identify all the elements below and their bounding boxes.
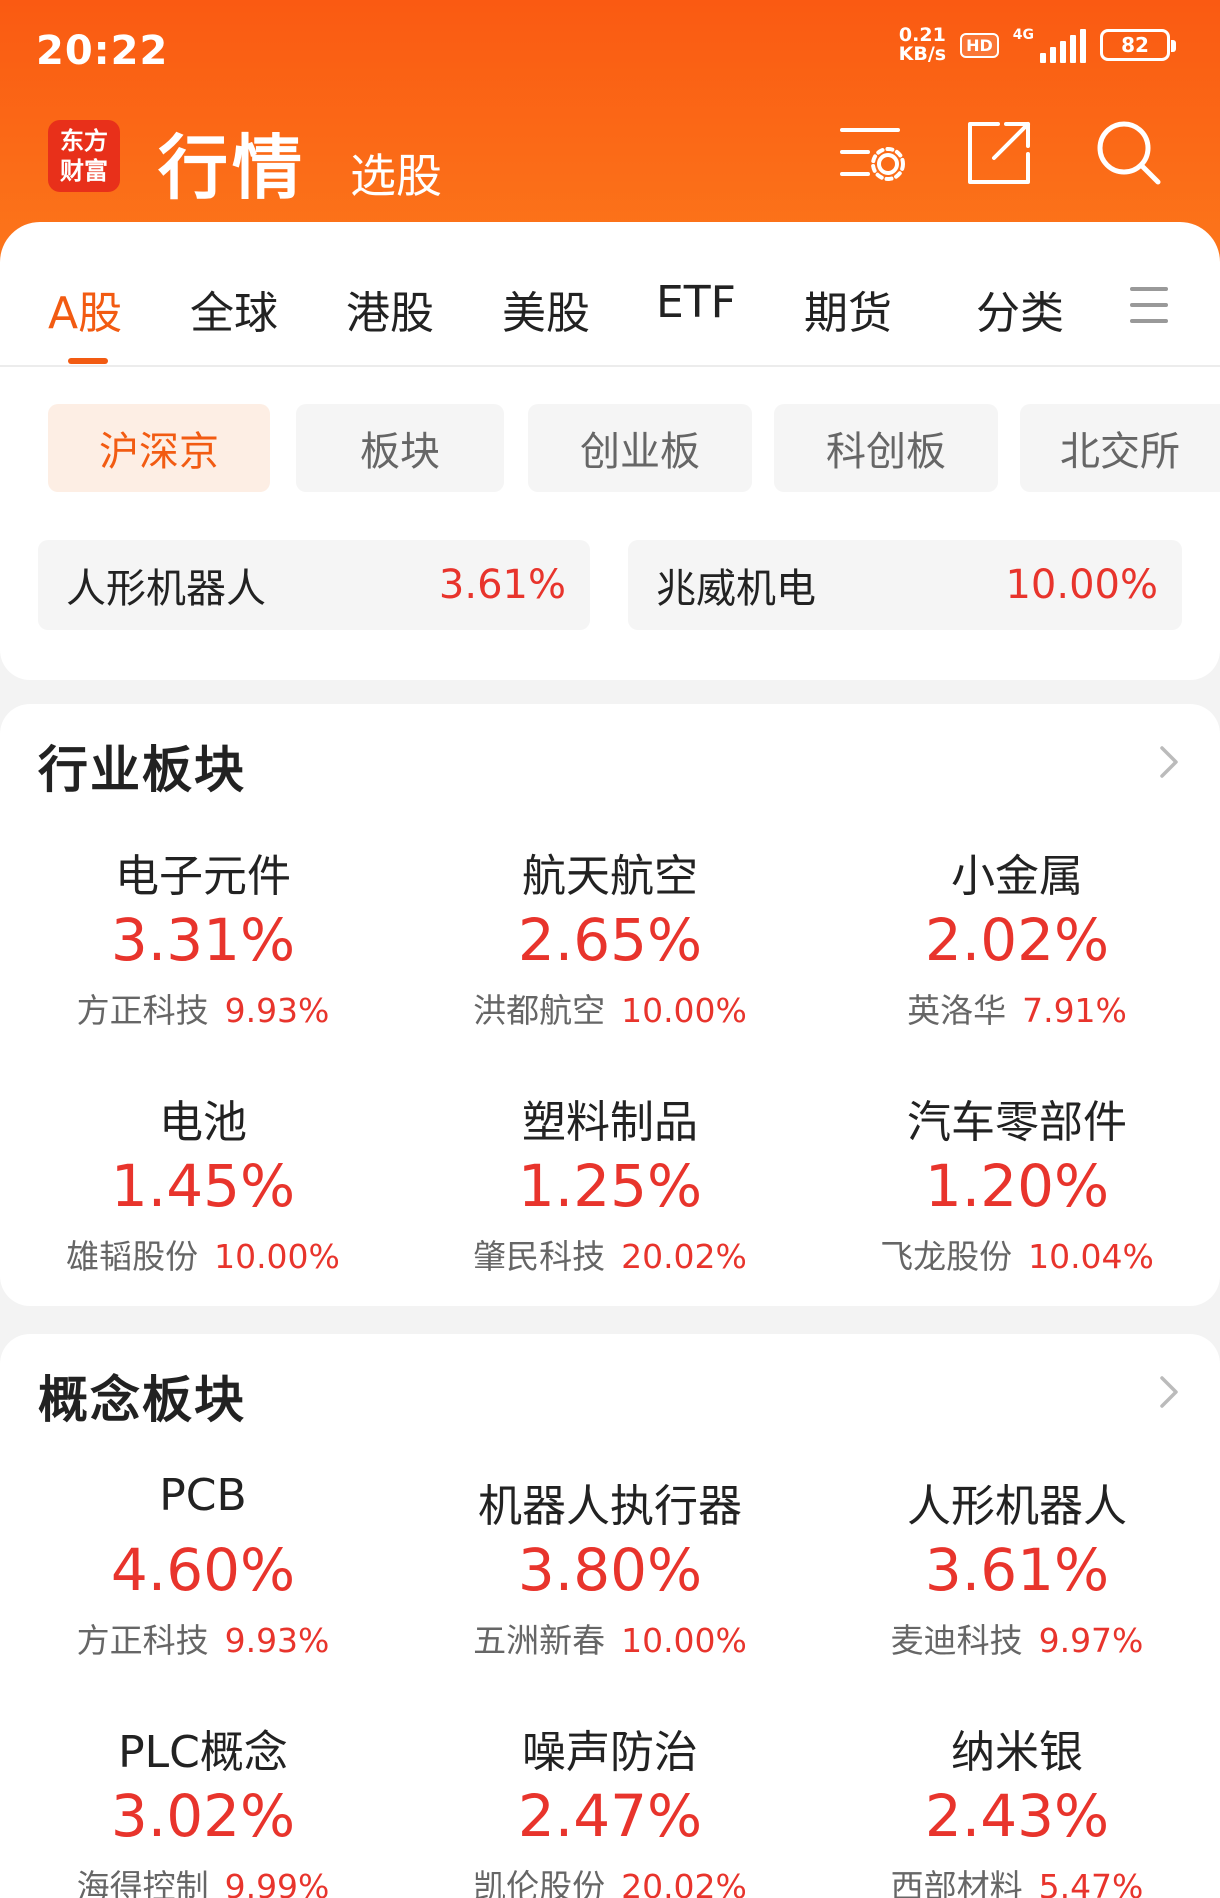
hd-icon: HD — [960, 32, 999, 58]
subtab-sectors[interactable]: 板块 — [296, 404, 504, 492]
market-card: A股 全球 港股 美股 ETF 期货 分类 沪深京 板块 创业板 科创板 北交所… — [0, 222, 1220, 680]
active-tab-indicator — [68, 358, 108, 364]
industry-sector-card: 行业板块 电子元件 3.31% 方正科技 9.93% 航天航空 2.65% 洪都航… — [0, 704, 1220, 1306]
status-time: 20:22 — [36, 28, 169, 74]
tab-hk-stocks[interactable]: 港股 — [346, 277, 434, 341]
page-title[interactable]: 行情 — [158, 112, 306, 213]
tab-categories[interactable]: 分类 — [976, 277, 1064, 341]
tab-a-shares[interactable]: A股 — [48, 277, 122, 341]
section-title: 概念板块 — [38, 1371, 246, 1429]
sector-item[interactable]: 汽车零部件 1.20% 飞龙股份 10.04% — [814, 1086, 1220, 1278]
app-logo[interactable]: 东方 财富 — [48, 120, 120, 192]
subtab-shanghai-shenzhen-beijing[interactable]: 沪深京 — [48, 404, 270, 492]
chevron-right-icon[interactable] — [1150, 744, 1186, 780]
chevron-right-icon[interactable] — [1150, 1374, 1186, 1410]
subtab-chinext[interactable]: 创业板 — [528, 404, 752, 492]
subtab-star-market[interactable]: 科创板 — [774, 404, 998, 492]
menu-icon[interactable] — [1130, 287, 1168, 323]
quick-item[interactable]: 人形机器人 3.61% — [38, 540, 590, 630]
status-indicators: 0.21 KB/s HD 4G 82 — [898, 24, 1176, 65]
share-icon[interactable] — [964, 118, 1034, 188]
tab-futures[interactable]: 期货 — [804, 277, 892, 341]
sector-item[interactable]: PLC概念 3.02% 海得控制 9.99% — [0, 1716, 406, 1898]
tab-etf[interactable]: ETF — [656, 277, 736, 328]
network-speed: 0.21 KB/s — [898, 24, 947, 65]
battery-icon: 82 — [1100, 29, 1176, 61]
sector-item[interactable]: 人形机器人 3.61% 麦迪科技 9.97% — [814, 1470, 1220, 1662]
sector-item[interactable]: 噪声防治 2.47% 凯伦股份 20.02% — [407, 1716, 813, 1898]
subtab-bse[interactable]: 北交所 — [1020, 404, 1220, 492]
sector-item[interactable]: 机器人执行器 3.80% 五洲新春 10.00% — [407, 1470, 813, 1662]
sector-item[interactable]: 航天航空 2.65% 洪都航空 10.00% — [407, 840, 813, 1032]
sector-item[interactable]: 纳米银 2.43% 西部材料 5.47% — [814, 1716, 1220, 1898]
sector-item[interactable]: PCB 4.60% 方正科技 9.93% — [0, 1470, 406, 1662]
stock-picker-tab[interactable]: 选股 — [350, 140, 442, 206]
market-tabs: A股 全球 港股 美股 ETF 期货 分类 — [0, 222, 1220, 367]
tab-us-stocks[interactable]: 美股 — [502, 277, 590, 341]
sector-item[interactable]: 小金属 2.02% 英洛华 7.91% — [814, 840, 1220, 1032]
concept-sector-card: 概念板块 PCB 4.60% 方正科技 9.93% 机器人执行器 3.80% 五洲… — [0, 1334, 1220, 1898]
quick-item[interactable]: 兆威机电 10.00% — [628, 540, 1182, 630]
section-title: 行业板块 — [38, 741, 246, 799]
sector-item[interactable]: 电子元件 3.31% 方正科技 9.93% — [0, 840, 406, 1032]
sector-item[interactable]: 塑料制品 1.25% 肇民科技 20.02% — [407, 1086, 813, 1278]
sector-item[interactable]: 电池 1.45% 雄韬股份 10.00% — [0, 1086, 406, 1278]
search-icon[interactable] — [1092, 118, 1162, 188]
signal-icon: 4G — [1013, 27, 1086, 63]
settings-list-icon[interactable] — [838, 118, 908, 188]
tab-global[interactable]: 全球 — [190, 277, 278, 341]
status-bar: 20:22 0.21 KB/s HD 4G 82 — [0, 0, 1220, 100]
